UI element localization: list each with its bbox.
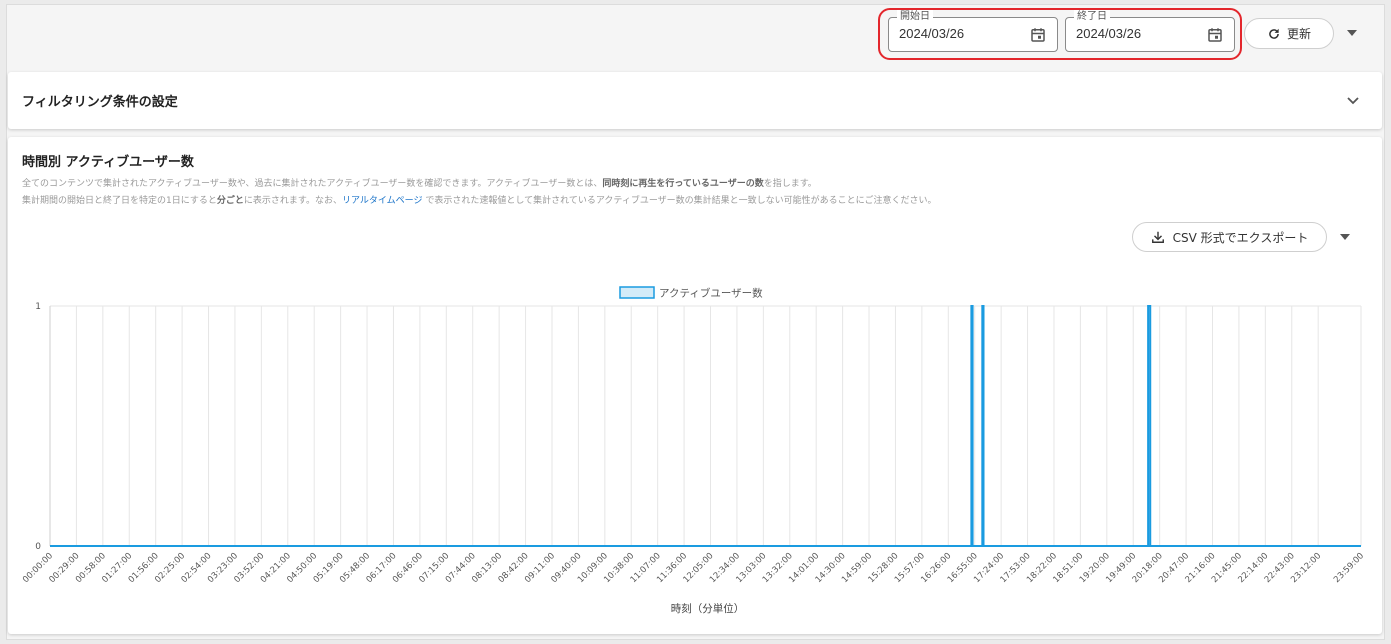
active-users-chart: 00:00:0000:29:0000:58:0001:27:0001:56:00… xyxy=(21,286,1366,615)
series-spike xyxy=(981,305,985,546)
legend-swatch xyxy=(619,286,655,299)
legend-label: アクティブユーザー数 xyxy=(659,287,763,300)
y-tick-label: 0 xyxy=(35,542,41,552)
series-spike xyxy=(970,305,974,546)
x-axis-title: 時刻（分単位） xyxy=(671,602,745,615)
x-tick-label: 23:59:00 xyxy=(1332,551,1366,585)
y-tick-label: 1 xyxy=(35,302,41,312)
